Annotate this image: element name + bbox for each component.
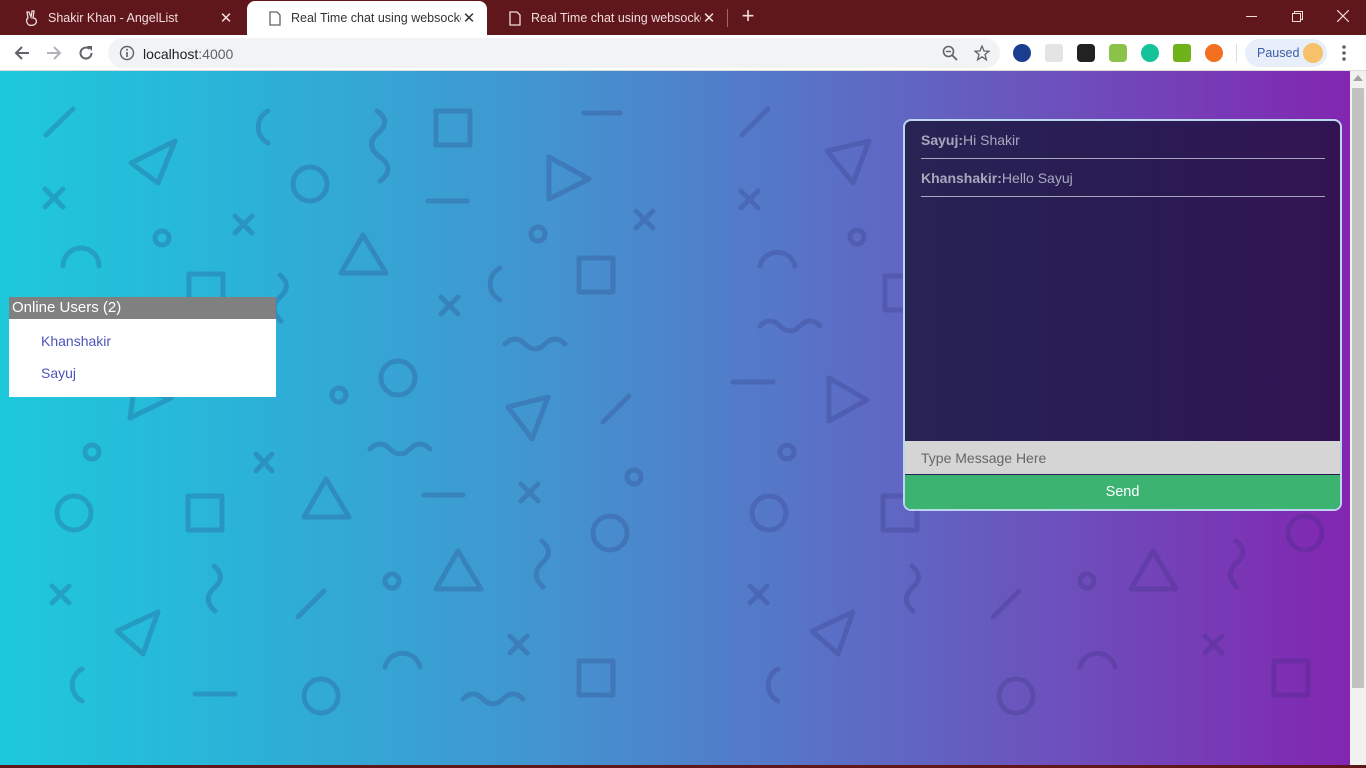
page-icon xyxy=(507,10,523,26)
online-users-panel: Online Users (2) Khanshakir Sayuj xyxy=(9,297,276,397)
angellist-peace-icon xyxy=(24,10,40,26)
tab-title: Real Time chat using websockets xyxy=(291,11,461,25)
message-sender: Sayuj: xyxy=(921,132,964,148)
forward-arrow-icon xyxy=(47,46,62,60)
extension-download-icon[interactable] xyxy=(1173,44,1191,62)
close-icon[interactable]: ✕ xyxy=(218,10,234,27)
toolbar-divider xyxy=(1236,44,1237,62)
zoom-icon[interactable] xyxy=(942,45,958,61)
message-input[interactable] xyxy=(905,441,1340,474)
tab-title: Real Time chat using websockets xyxy=(531,11,701,25)
scroll-up-arrow-icon[interactable] xyxy=(1353,75,1363,81)
close-icon[interactable]: ✕ xyxy=(461,10,477,27)
bookmark-star-icon[interactable] xyxy=(974,45,990,61)
message-item: Khanshakir:Hello Sayuj xyxy=(921,159,1325,197)
tab-divider xyxy=(727,9,728,27)
message-sender: Khanshakir: xyxy=(921,170,1002,186)
message-list: Sayuj:Hi Shakir Khanshakir:Hello Sayuj xyxy=(921,121,1325,197)
tab-chat-active[interactable]: Real Time chat using websockets ✕ xyxy=(247,1,487,35)
extension-box-icon[interactable] xyxy=(1045,44,1063,62)
message-text: Hi Shakir xyxy=(963,132,1020,148)
minimize-button[interactable] xyxy=(1228,0,1274,32)
new-tab-button[interactable]: + xyxy=(737,5,759,29)
tab-title: Shakir Khan - AngelList xyxy=(48,11,178,25)
message-text: Hello Sayuj xyxy=(1001,170,1073,186)
restore-button[interactable] xyxy=(1274,0,1320,32)
close-window-button[interactable] xyxy=(1320,0,1366,32)
scrollbar-thumb[interactable] xyxy=(1352,88,1364,688)
profile-status: Paused xyxy=(1257,46,1300,60)
reload-icon xyxy=(79,46,93,60)
browser-tab-bar: Shakir Khan - AngelList ✕ Real Time chat… xyxy=(0,0,1366,35)
info-icon[interactable] xyxy=(119,45,135,61)
close-window-icon xyxy=(1337,10,1349,22)
url-host: localhost xyxy=(143,46,199,62)
extension-nodejs-icon[interactable] xyxy=(1109,44,1127,62)
extension-tab-icon[interactable] xyxy=(1077,44,1095,62)
reload-button[interactable] xyxy=(72,39,100,67)
back-button[interactable] xyxy=(8,39,36,67)
extension-grammarly-icon[interactable] xyxy=(1141,44,1159,62)
close-icon[interactable]: ✕ xyxy=(701,10,717,27)
minimize-icon xyxy=(1245,15,1257,17)
user-item-khanshakir[interactable]: Khanshakir xyxy=(41,329,276,361)
back-arrow-icon xyxy=(14,46,29,60)
tab-angellist[interactable]: Shakir Khan - AngelList ✕ xyxy=(4,1,244,35)
browser-toolbar: localhost:4000 Paused xyxy=(0,35,1366,71)
extension-globe-icon[interactable] xyxy=(1013,44,1031,62)
chat-box: Sayuj:Hi Shakir Khanshakir:Hello Sayuj S… xyxy=(903,119,1342,511)
page-icon xyxy=(267,10,283,26)
restore-icon xyxy=(1291,10,1303,22)
avatar xyxy=(1303,43,1323,63)
user-item-sayuj[interactable]: Sayuj xyxy=(41,361,276,393)
extension-orange-icon[interactable] xyxy=(1205,44,1223,62)
profile-button[interactable]: Paused xyxy=(1245,39,1327,67)
online-users-title: Online Users (2) xyxy=(9,297,276,319)
url-port: :4000 xyxy=(198,46,234,62)
send-button[interactable]: Send xyxy=(905,475,1340,509)
forward-button[interactable] xyxy=(40,39,68,67)
address-bar[interactable]: localhost:4000 xyxy=(108,38,1000,68)
url-text[interactable]: localhost:4000 xyxy=(143,46,233,62)
online-users-list: Khanshakir Sayuj xyxy=(9,319,276,393)
menu-kebab-icon[interactable] xyxy=(1337,41,1351,65)
message-item: Sayuj:Hi Shakir xyxy=(921,121,1325,159)
tab-chat[interactable]: Real Time chat using websockets ✕ xyxy=(487,1,727,35)
